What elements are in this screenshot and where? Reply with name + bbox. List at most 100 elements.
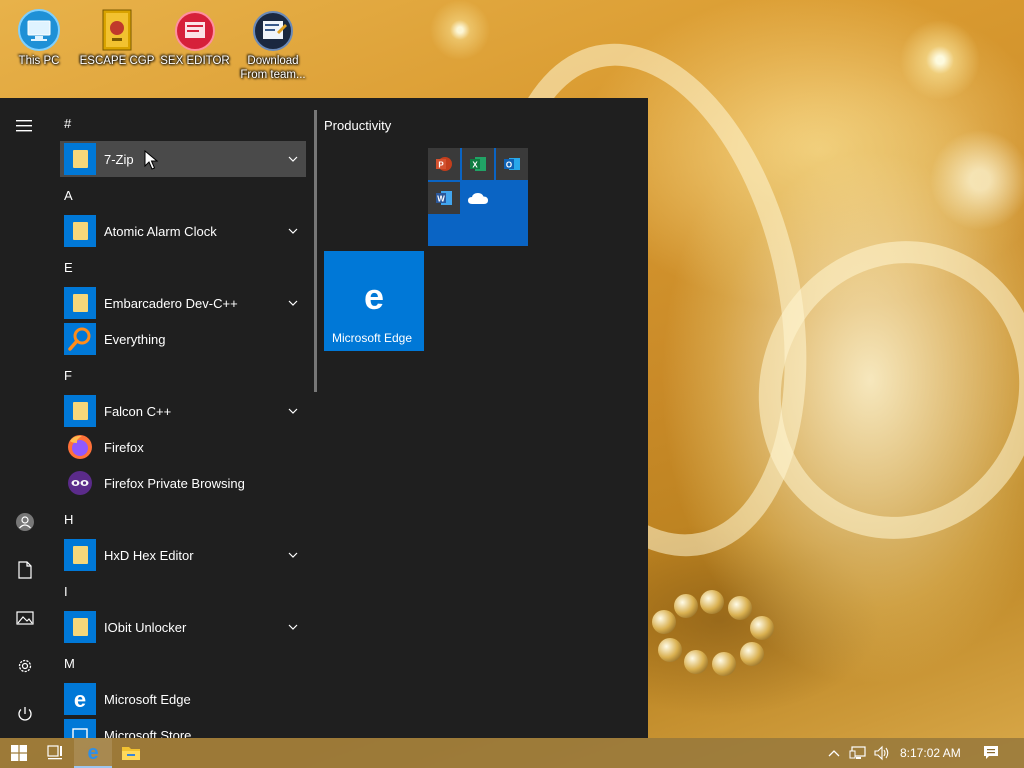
start-button[interactable] <box>0 738 38 768</box>
windows-logo-icon <box>11 745 27 761</box>
powerpoint-icon[interactable]: P <box>428 148 460 180</box>
svg-text:e: e <box>364 279 384 315</box>
app-item-iobit-unlocker[interactable]: IObit Unlocker <box>60 609 306 645</box>
app-name: 7-Zip <box>104 151 134 167</box>
folder-icon <box>122 747 140 760</box>
download-icon <box>251 8 295 52</box>
edge-icon: e <box>364 279 384 315</box>
app-item-microsoft-edge[interactable]: e Microsoft Edge <box>60 681 306 717</box>
onedrive-icon[interactable] <box>462 182 494 214</box>
folder-icon <box>64 539 96 571</box>
power-button[interactable] <box>0 692 50 736</box>
tile-group-title[interactable]: Productivity <box>324 118 391 133</box>
private-browsing-icon <box>64 467 96 499</box>
desktop-icon-escape-cgp[interactable]: ESCAPE CGP <box>78 6 156 68</box>
app-name: Falcon C++ <box>104 403 172 419</box>
svg-text:W: W <box>437 195 445 204</box>
chevron-up-icon <box>828 750 840 757</box>
task-view-button[interactable] <box>36 738 74 768</box>
mouse-cursor-icon <box>144 150 158 170</box>
chevron-down-icon <box>288 552 298 558</box>
document-icon <box>18 561 32 579</box>
hamburger-menu-button[interactable] <box>0 104 50 148</box>
letter-header[interactable]: E <box>64 258 73 278</box>
editor-icon <box>173 8 217 52</box>
desktop-icon-label: Download From team... <box>240 55 306 81</box>
network-icon <box>849 746 866 759</box>
excel-icon[interactable]: X <box>462 148 494 180</box>
hamburger-icon <box>16 120 32 132</box>
action-center-button[interactable] <box>976 738 1006 768</box>
desktop-icon-label: ESCAPE CGP <box>79 55 155 67</box>
folder-icon <box>64 215 96 247</box>
app-name: HxD Hex Editor <box>104 547 194 563</box>
letter-header[interactable]: A <box>64 186 73 206</box>
notification-icon <box>984 746 998 759</box>
firefox-icon <box>64 431 96 463</box>
letter-header[interactable]: F <box>64 366 72 386</box>
folder-icon <box>64 287 96 319</box>
picture-icon <box>16 611 34 625</box>
app-item-firefox[interactable]: Firefox <box>60 429 306 465</box>
app-item-falcon-cpp[interactable]: Falcon C++ <box>60 393 306 429</box>
desktop-icon-this-pc[interactable]: This PC <box>0 6 78 68</box>
svg-text:e: e <box>87 742 98 762</box>
chevron-down-icon <box>288 228 298 234</box>
account-button[interactable] <box>0 500 50 544</box>
app-list-scrollbar[interactable] <box>314 110 317 392</box>
folder-icon <box>64 611 96 643</box>
letter-header[interactable]: I <box>64 582 68 602</box>
svg-text:O: O <box>506 161 512 170</box>
letter-header[interactable]: # <box>64 114 71 134</box>
desktop-icon-label: This PC <box>18 55 60 67</box>
chevron-down-icon <box>288 408 298 414</box>
app-item-firefox-private[interactable]: Firefox Private Browsing <box>60 465 306 501</box>
store-icon <box>64 719 96 738</box>
letter-header[interactable]: M <box>64 654 75 674</box>
office-tile-folder[interactable]: P X O W <box>428 148 528 246</box>
svg-text:X: X <box>472 161 478 170</box>
chevron-down-icon <box>288 156 298 162</box>
app-item-7zip[interactable]: 7-Zip <box>60 141 306 177</box>
taskbar-file-explorer-button[interactable] <box>112 738 150 768</box>
pictures-button[interactable] <box>0 596 50 640</box>
app-name: Firefox <box>104 439 144 455</box>
microsoft-edge-tile[interactable]: e Microsoft Edge <box>324 251 424 351</box>
app-list: # 7-Zip A Atomic Alarm Clock E Embarcade… <box>60 98 306 738</box>
app-item-everything[interactable]: Everything <box>60 321 306 357</box>
app-item-embarcadero-dev-cpp[interactable]: Embarcadero Dev-C++ <box>60 285 306 321</box>
search-icon <box>64 323 96 355</box>
folder-icon <box>64 395 96 427</box>
outlook-icon[interactable]: O <box>496 148 528 180</box>
volume-button[interactable] <box>868 738 896 768</box>
app-item-hxd-hex-editor[interactable]: HxD Hex Editor <box>60 537 306 573</box>
start-menu: # 7-Zip A Atomic Alarm Clock E Embarcade… <box>0 98 648 738</box>
chevron-down-icon <box>288 624 298 630</box>
app-name: Microsoft Store <box>104 727 192 739</box>
desktop-icon-label: SEX EDITOR <box>160 55 230 67</box>
letter-header[interactable]: H <box>64 510 73 530</box>
app-name: IObit Unlocker <box>104 619 187 635</box>
speaker-icon <box>874 745 889 761</box>
start-rail <box>0 98 50 738</box>
desktop-icon-download[interactable]: Download From team... <box>234 6 312 82</box>
settings-button[interactable] <box>0 644 50 688</box>
edge-icon: e <box>87 742 98 762</box>
app-name: Embarcadero Dev-C++ <box>104 295 238 311</box>
desktop-icon-sex-editor[interactable]: SEX EDITOR <box>156 6 234 68</box>
app-item-microsoft-store[interactable]: Microsoft Store <box>60 717 306 738</box>
power-icon <box>18 707 32 721</box>
app-item-atomic-alarm-clock[interactable]: Atomic Alarm Clock <box>60 213 306 249</box>
taskbar: e 8:17:02 AM <box>0 738 1024 768</box>
user-avatar-icon <box>16 513 34 531</box>
svg-text:P: P <box>438 161 444 170</box>
app-name: Atomic Alarm Clock <box>104 223 217 239</box>
documents-button[interactable] <box>0 548 50 592</box>
folder-icon <box>64 143 96 175</box>
app-name: Microsoft Edge <box>104 691 191 707</box>
taskbar-clock[interactable]: 8:17:02 AM <box>900 738 961 768</box>
taskbar-edge-button[interactable]: e <box>74 738 112 768</box>
word-icon[interactable]: W <box>428 182 460 214</box>
pearl-bracelet <box>648 590 788 690</box>
edge-icon: e <box>64 683 96 715</box>
